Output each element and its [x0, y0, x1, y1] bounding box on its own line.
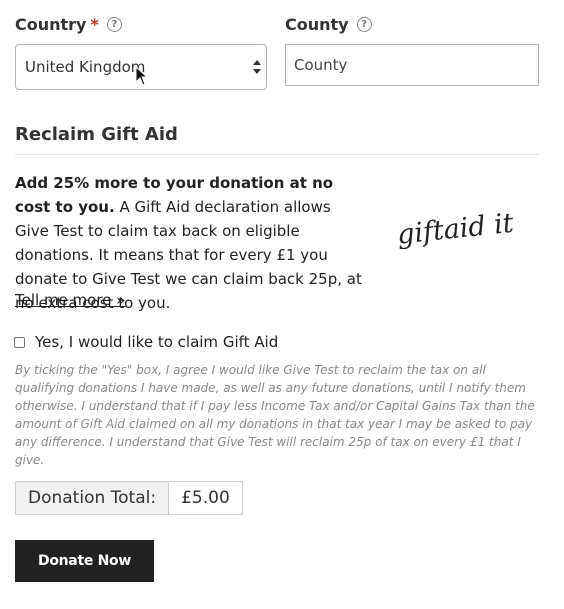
donation-total-value: £5.00 — [169, 482, 242, 514]
county-label-text: County — [285, 15, 349, 34]
mouse-cursor-icon — [135, 66, 147, 86]
donation-total: Donation Total: £5.00 — [15, 481, 243, 515]
gift-aid-logo-text: giftaid it — [396, 208, 516, 251]
tell-me-more-link[interactable]: Tell me more » — [15, 291, 125, 309]
donate-now-button[interactable]: Donate Now — [15, 540, 154, 582]
gift-aid-title: Reclaim Gift Aid — [15, 124, 178, 145]
country-label: Country * ? — [15, 15, 122, 34]
gift-aid-checkbox-label[interactable]: Yes, I would like to claim Gift Aid — [35, 333, 278, 351]
required-mark: * — [90, 15, 99, 34]
question-circle-icon[interactable]: ? — [356, 17, 372, 32]
gift-aid-logo: giftaid it — [396, 208, 516, 251]
country-select-value: United Kingdom — [25, 58, 146, 76]
select-arrows-icon — [253, 60, 261, 74]
county-input[interactable] — [285, 44, 539, 86]
section-divider — [15, 154, 539, 155]
gift-aid-disclaimer: By ticking the "Yes" box, I agree I woul… — [15, 363, 535, 467]
gift-aid-checkbox[interactable] — [14, 337, 25, 348]
country-label-text: Country — [15, 15, 87, 34]
donation-total-label: Donation Total: — [16, 482, 170, 514]
question-circle-icon[interactable]: ? — [106, 17, 122, 32]
county-label: County ? — [285, 15, 372, 34]
